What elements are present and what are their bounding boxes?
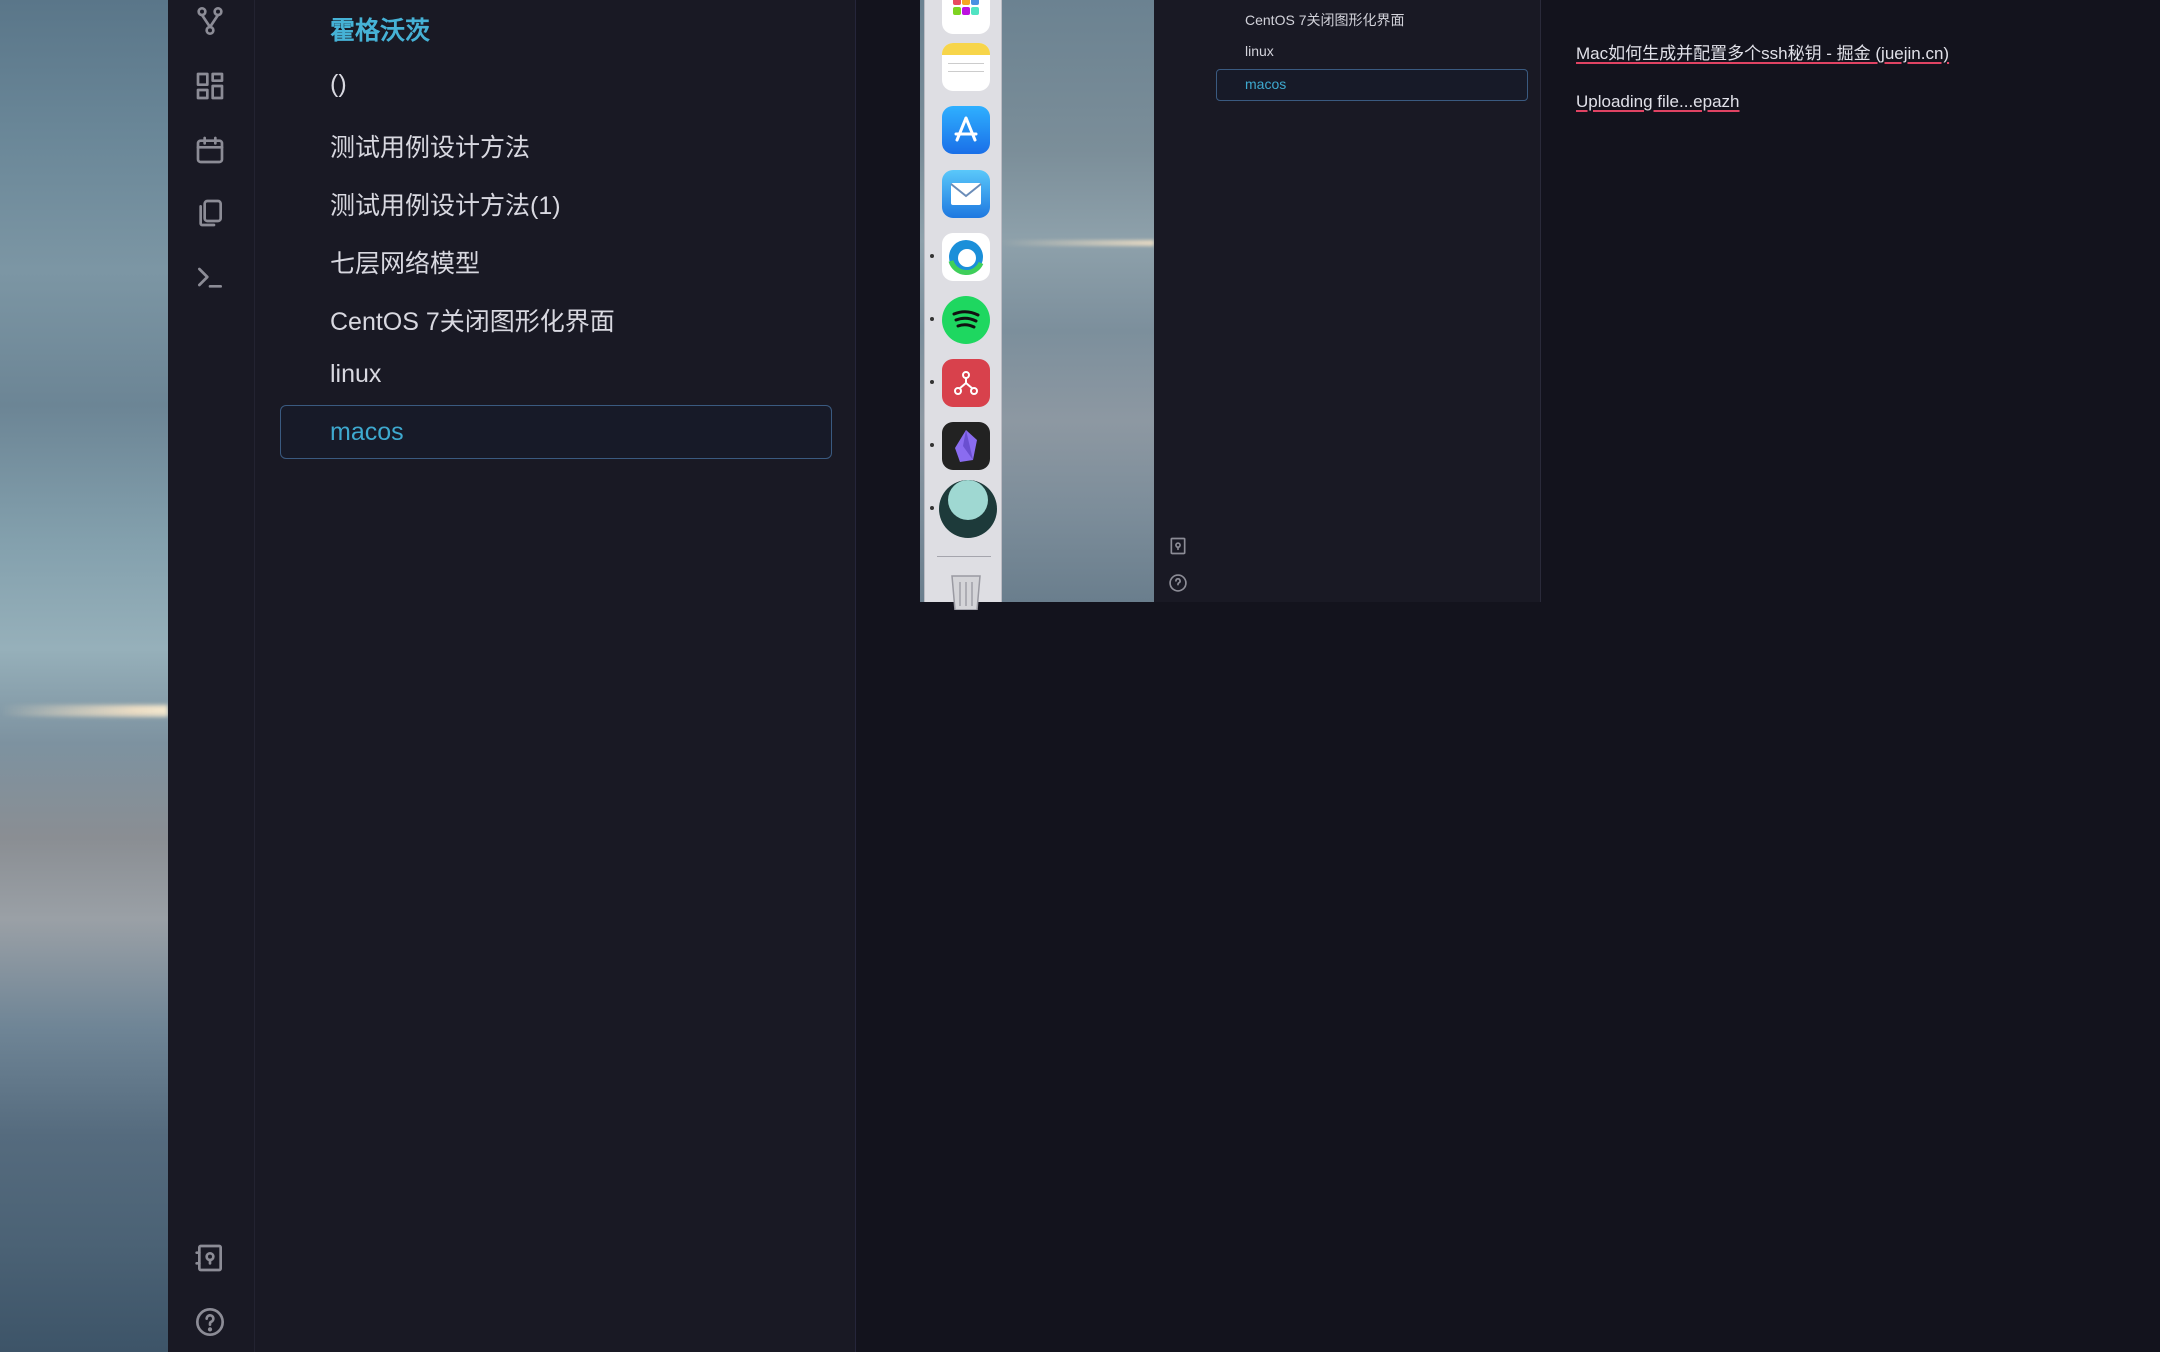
desktop-wallpaper bbox=[0, 0, 168, 1352]
help-icon[interactable] bbox=[193, 1305, 227, 1339]
mini-ribbon bbox=[1154, 0, 1203, 602]
obsidian-icon[interactable] bbox=[942, 422, 990, 470]
mail-icon[interactable] bbox=[942, 170, 990, 218]
mini-file-item-active[interactable]: macos bbox=[1245, 76, 1286, 92]
trash-icon[interactable] bbox=[942, 566, 990, 614]
git-client-icon[interactable] bbox=[942, 359, 990, 407]
editor-link[interactable]: Mac如何生成并配置多个ssh秘钥 - 掘金 (juejin.cn) bbox=[1576, 39, 1949, 64]
file-item[interactable]: 测试用例设计方法(1) bbox=[330, 186, 561, 222]
mini-file-item[interactable]: linux bbox=[1245, 43, 1274, 59]
mini-file-item[interactable]: CentOS 7关闭图形化界面 bbox=[1245, 10, 1404, 30]
file-item[interactable]: 测试用例设计方法 bbox=[330, 128, 530, 164]
macos-dock bbox=[924, 0, 1002, 610]
mini-file-explorer: CentOS 7关闭图形化界面 linux macos bbox=[1202, 0, 1541, 602]
ribbon-sidebar bbox=[168, 0, 255, 1352]
dock-separator bbox=[937, 556, 991, 557]
calendar-icon[interactable] bbox=[193, 133, 227, 167]
vault-icon[interactable] bbox=[193, 1241, 227, 1275]
terminal-icon[interactable] bbox=[193, 260, 227, 294]
file-item[interactable]: () bbox=[330, 70, 347, 99]
file-item-active[interactable]: macos bbox=[330, 418, 404, 447]
folder-item[interactable]: 霍格沃茨 bbox=[330, 11, 430, 47]
file-item[interactable]: CentOS 7关闭图形化界面 bbox=[330, 302, 615, 338]
notes-icon[interactable] bbox=[942, 43, 990, 91]
editor-link[interactable]: Uploading file...epazh bbox=[1576, 92, 1740, 112]
file-item[interactable]: linux bbox=[330, 360, 381, 389]
mini-vault-icon[interactable] bbox=[1168, 536, 1188, 561]
file-explorer: 霍格沃茨 () 测试用例设计方法 测试用例设计方法(1) 七层网络模型 Cent… bbox=[255, 0, 856, 1352]
moon-app-icon[interactable] bbox=[939, 480, 997, 538]
spotify-icon[interactable] bbox=[942, 296, 990, 344]
launchpad-icon[interactable] bbox=[942, 0, 990, 34]
file-item[interactable]: 七层网络模型 bbox=[330, 244, 480, 280]
app-store-icon[interactable] bbox=[942, 106, 990, 154]
graph-icon[interactable] bbox=[193, 4, 227, 38]
edge-icon[interactable] bbox=[942, 233, 990, 281]
mini-help-icon[interactable] bbox=[1168, 573, 1188, 598]
editor-pane: Mac如何生成并配置多个ssh秘钥 - 掘金 (juejin.cn) Uploa… bbox=[1540, 0, 2160, 602]
grid-icon[interactable] bbox=[193, 69, 227, 103]
copy-icon[interactable] bbox=[193, 196, 227, 230]
